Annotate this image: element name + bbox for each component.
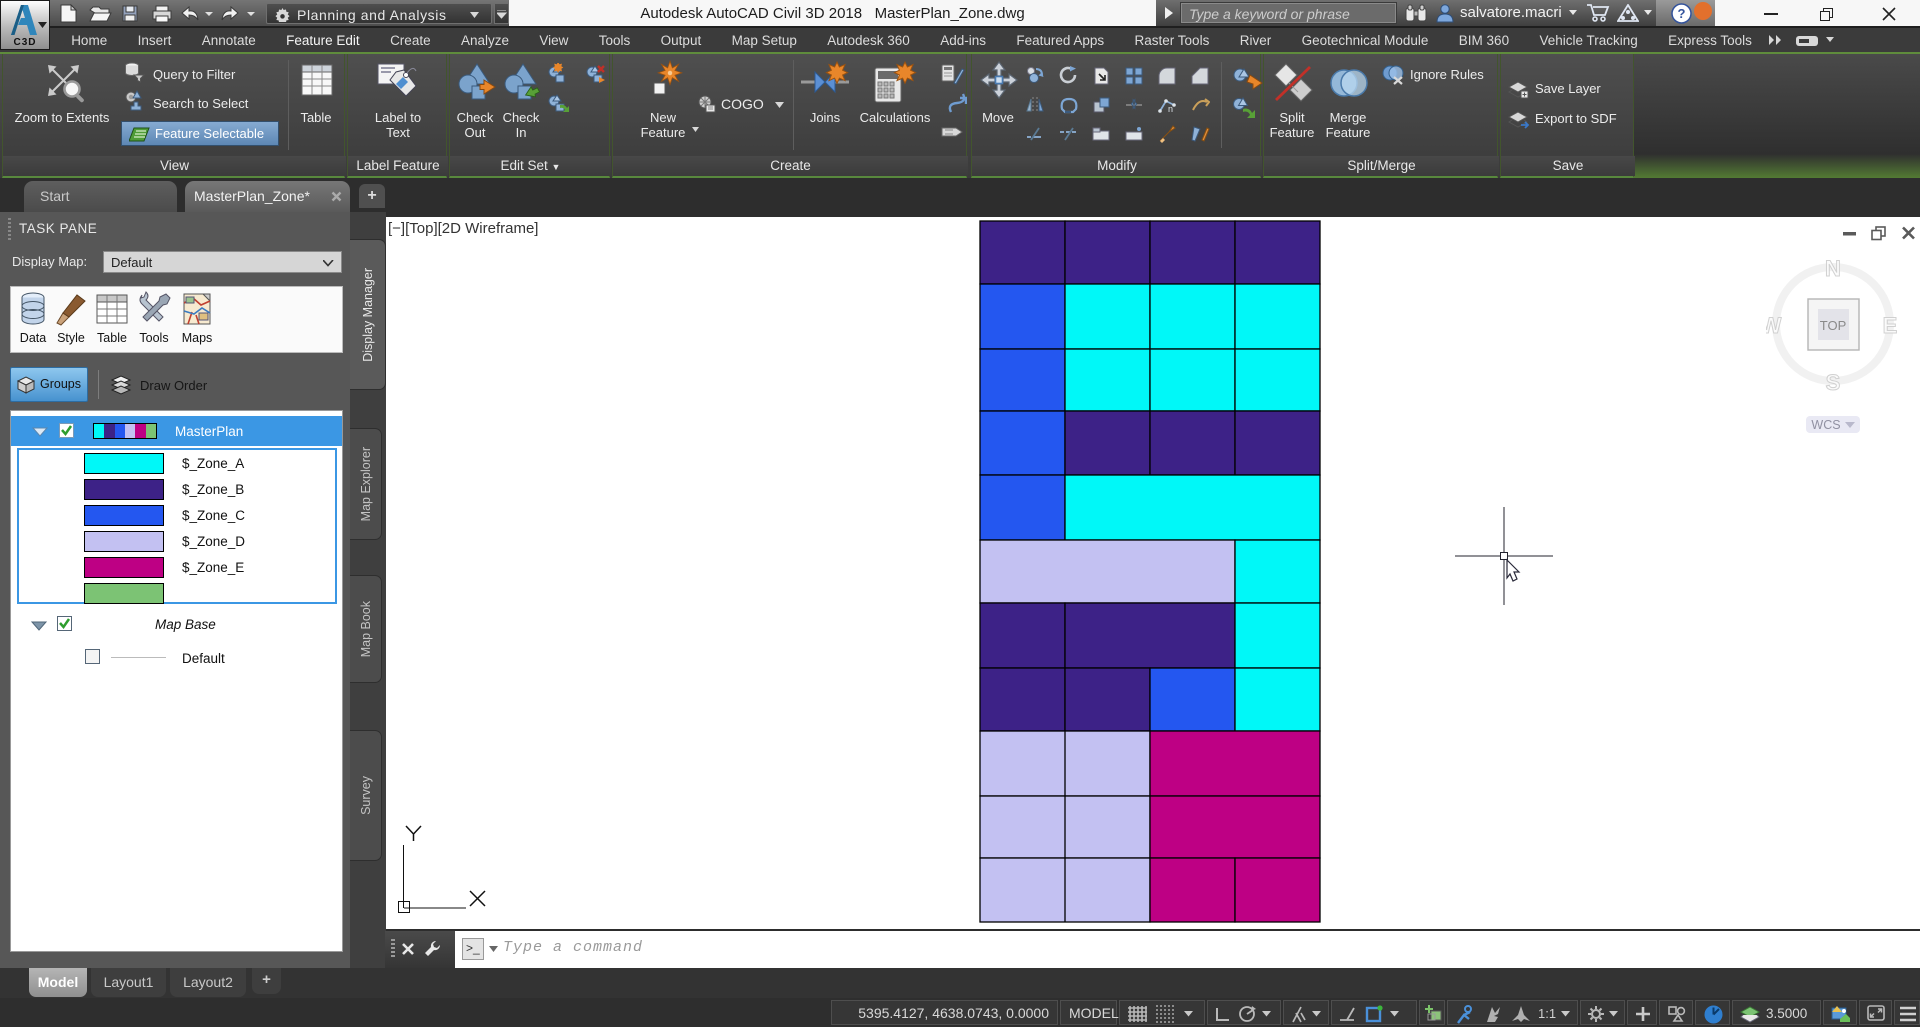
svg-text:W: W (1766, 313, 1782, 338)
svg-text:WCS: WCS (1811, 418, 1840, 432)
svg-text:N: N (1825, 256, 1841, 281)
svg-text:n: n (1168, 104, 1173, 114)
svg-text:?: ? (1678, 6, 1686, 21)
svg-text:E: E (1883, 313, 1898, 338)
svg-text:S: S (1826, 370, 1841, 395)
svg-text:TOP: TOP (1820, 318, 1847, 333)
